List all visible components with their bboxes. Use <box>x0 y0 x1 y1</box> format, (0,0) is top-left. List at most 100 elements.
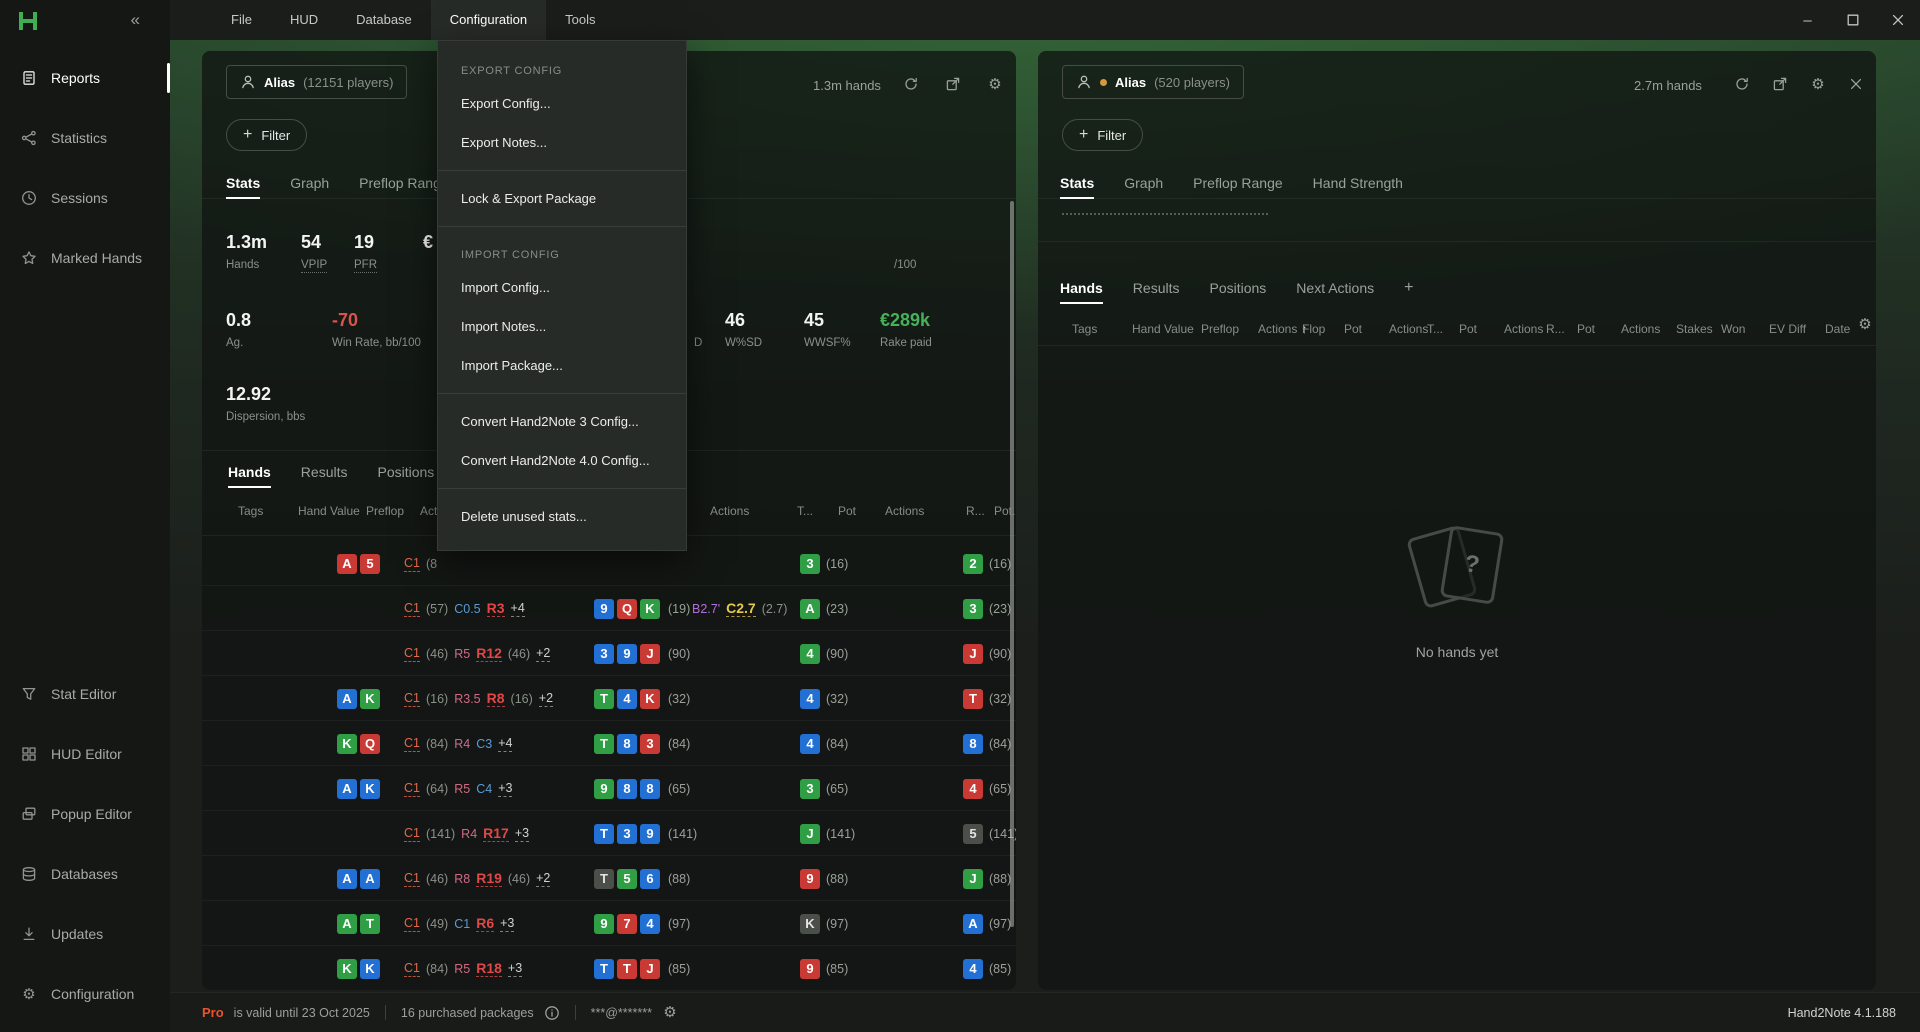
column-header-tags[interactable]: Tags <box>1072 322 1097 336</box>
close-window-button[interactable] <box>1875 0 1920 40</box>
menu-item-convert-hand2note-3-config[interactable]: Convert Hand2Note 3 Config... <box>438 402 686 441</box>
close-button[interactable] <box>1845 73 1867 95</box>
sidebar-item-configuration[interactable]: ⚙Configuration <box>0 964 170 1024</box>
purchased-packages-link[interactable]: 16 purchased packages <box>401 1006 534 1020</box>
column-header-actions[interactable]: Actions <box>710 504 749 518</box>
column-header-won[interactable]: Won <box>1721 322 1745 336</box>
column-header-pot[interactable]: Pot <box>838 504 856 518</box>
tab-graph[interactable]: Graph <box>1124 167 1163 198</box>
filter-button[interactable]: + Filter <box>226 119 307 151</box>
action-token: C1 <box>404 690 420 707</box>
column-header-hand-value[interactable]: Hand Value <box>298 504 360 518</box>
sidebar-item-updates[interactable]: Updates <box>0 904 170 964</box>
filter-button[interactable]: + Filter <box>1062 119 1143 151</box>
column-header-t[interactable]: T... <box>1427 322 1443 336</box>
sidebar-item-sessions[interactable]: Sessions <box>0 168 170 228</box>
gear-button[interactable]: ⚙ <box>1807 73 1829 95</box>
maximize-button[interactable] <box>1830 0 1875 40</box>
hand-row[interactable]: C1(141)R4R17+3T39(141)J(141)5(141) <box>202 811 1016 856</box>
hand-row[interactable]: KQC1(84)R4C3+4T83(84)4(84)8(84) <box>202 721 1016 766</box>
menu-configuration[interactable]: Configuration <box>431 0 546 40</box>
tab-next-actions[interactable]: Next Actions <box>1296 273 1374 303</box>
tab-hands[interactable]: Hands <box>228 457 271 487</box>
hand-row[interactable]: C1(46)R5R12(46)+239J(90)4(90)J(90) <box>202 631 1016 676</box>
column-header-pot[interactable]: Pot <box>1344 322 1362 336</box>
column-header-t[interactable]: T... <box>797 504 813 518</box>
tab-results[interactable]: Results <box>301 457 348 487</box>
menu-item-import-package[interactable]: Import Package... <box>438 346 686 385</box>
hand-row[interactable]: C1(57)C0.5R3+49QK(19)B2.7'C2.7(2.7)A(23)… <box>202 586 1016 631</box>
refresh-button[interactable] <box>1731 73 1753 95</box>
menu-item-export-config[interactable]: Export Config... <box>438 84 686 123</box>
separator <box>385 1005 386 1020</box>
sidebar-item-popup-editor[interactable]: Popup Editor <box>0 784 170 844</box>
column-header-pot[interactable]: Pot... <box>994 504 1016 518</box>
refresh-button[interactable] <box>900 73 922 95</box>
column-header-r[interactable]: R... <box>966 504 985 518</box>
action-token: R5 <box>454 646 470 662</box>
tab-positions[interactable]: Positions <box>1209 273 1266 303</box>
stat-label: Hands <box>226 259 259 271</box>
column-header-ev-diff[interactable]: EV Diff <box>1769 322 1806 336</box>
column-header-date[interactable]: Date <box>1825 322 1850 336</box>
menu-hud[interactable]: HUD <box>271 0 337 40</box>
column-header-flop[interactable]: Flop <box>1302 322 1325 336</box>
tab-stats[interactable]: Stats <box>1060 167 1094 198</box>
menu-item-convert-hand2note-4-0-config[interactable]: Convert Hand2Note 4.0 Config... <box>438 441 686 480</box>
tab-hand-strength[interactable]: Hand Strength <box>1313 167 1403 198</box>
tab-stats[interactable]: Stats <box>226 167 260 198</box>
column-header-pot[interactable]: Pot <box>1577 322 1595 336</box>
action-token: +4 <box>498 735 512 752</box>
hand-row[interactable]: ATC1(49)C1R6+3974(97)K(97)A(97) <box>202 901 1016 946</box>
menu-item-lock-export-package[interactable]: Lock & Export Package <box>438 179 686 218</box>
tab-graph[interactable]: Graph <box>290 167 329 198</box>
sidebar-item-databases[interactable]: Databases <box>0 844 170 904</box>
hands-table-body: A5C1(83(16)2(16)C1(57)C0.5R3+49QK(19)B2.… <box>202 541 1016 990</box>
tab-results[interactable]: Results <box>1133 273 1180 303</box>
sidebar-item-marked-hands[interactable]: Marked Hands <box>0 228 170 288</box>
menu-item-import-config[interactable]: Import Config... <box>438 268 686 307</box>
menu-file[interactable]: File <box>212 0 271 40</box>
minimize-button[interactable]: – <box>1785 0 1830 40</box>
column-header-actions[interactable]: Actions <box>1504 322 1543 336</box>
gear-button[interactable]: ⚙ <box>984 73 1006 95</box>
tab-preflop-range[interactable]: Preflop Range <box>1193 167 1283 198</box>
hand-row[interactable]: KKC1(84)R5R18+3TTJ(85)9(85)4(85) <box>202 946 1016 990</box>
column-header-r[interactable]: R... <box>1546 322 1565 336</box>
hand-row[interactable]: AAC1(46)R8R19(46)+2T56(88)9(88)J(88) <box>202 856 1016 901</box>
sidebar-item-reports[interactable]: Reports <box>0 48 170 108</box>
scrollbar[interactable] <box>1010 201 1014 927</box>
popout-button[interactable] <box>1769 73 1791 95</box>
column-header-preflop[interactable]: Preflop <box>366 504 404 518</box>
column-header-actions[interactable]: Actions <box>885 504 924 518</box>
collapse-sidebar-button[interactable]: « <box>131 10 140 30</box>
column-header-hand-value[interactable]: Hand Value <box>1132 322 1194 336</box>
menu-item-import-notes[interactable]: Import Notes... <box>438 307 686 346</box>
sidebar-item-hud-editor[interactable]: HUD Editor <box>0 724 170 784</box>
menu-database[interactable]: Database <box>337 0 431 40</box>
columns-settings-button[interactable]: ⚙ <box>1854 313 1876 335</box>
player-alias-chip[interactable]: Alias (12151 players) <box>226 65 407 99</box>
hand-row[interactable]: AKC1(16)R3.5R8(16)+2T4K(32)4(32)T(32) <box>202 676 1016 721</box>
column-header-stakes[interactable]: Stakes <box>1676 322 1713 336</box>
column-header-pot[interactable]: Pot <box>1459 322 1477 336</box>
tab-hands[interactable]: Hands <box>1060 273 1103 303</box>
sidebar-item-statistics[interactable]: Statistics <box>0 108 170 168</box>
tab-preflop-range[interactable]: Preflop Range <box>359 167 449 198</box>
stat-vpip[interactable]: 54VPIP <box>301 231 327 273</box>
add-tab-button[interactable]: + <box>1404 273 1413 303</box>
tab-positions[interactable]: Positions <box>377 457 434 487</box>
hand-row[interactable]: AKC1(64)R5C4+3988(65)3(65)4(65) <box>202 766 1016 811</box>
menu-item-delete-unused-stats[interactable]: Delete unused stats... <box>438 497 686 536</box>
column-header-actions[interactable]: Actions <box>1621 322 1660 336</box>
menu-item-export-notes[interactable]: Export Notes... <box>438 123 686 162</box>
player-alias-chip[interactable]: Alias (520 players) <box>1062 65 1244 99</box>
column-header-preflop[interactable]: Preflop <box>1201 322 1239 336</box>
column-header-actions[interactable]: Actions <box>1389 322 1428 336</box>
column-header-tags[interactable]: Tags <box>238 504 263 518</box>
sidebar-item-stat-editor[interactable]: Stat Editor <box>0 664 170 724</box>
hole-cards: KQ <box>302 721 380 766</box>
popout-button[interactable] <box>942 73 964 95</box>
menu-tools[interactable]: Tools <box>546 0 614 40</box>
stat-pfr[interactable]: 19PFR <box>354 231 377 273</box>
